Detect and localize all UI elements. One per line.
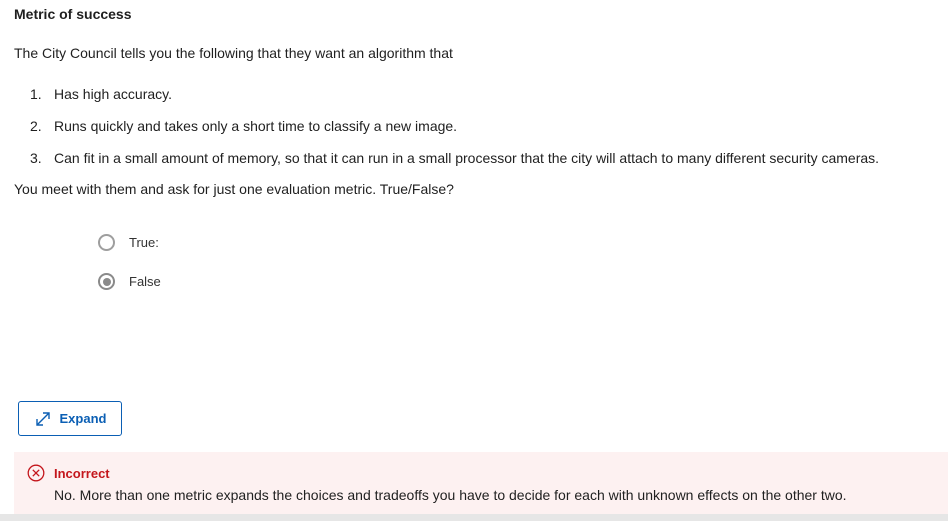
list-item: 3. Can fit in a small amount of memory, … xyxy=(30,148,879,180)
list-item-text: Can fit in a small amount of memory, so … xyxy=(54,150,880,166)
feedback-panel: Incorrect No. More than one metric expan… xyxy=(14,452,948,514)
list-item: 1. Has high accuracy. xyxy=(30,84,879,116)
option-true-label: True: xyxy=(129,235,159,250)
question-title: Metric of success xyxy=(14,6,132,22)
list-item-text: Has high accuracy. xyxy=(54,86,173,102)
feedback-status: Incorrect xyxy=(54,466,110,481)
radio-false[interactable] xyxy=(98,273,115,290)
requirements-list: 1. Has high accuracy. 2. Runs quickly an… xyxy=(30,84,879,180)
expand-arrows-icon xyxy=(34,410,52,428)
option-false-label: False xyxy=(129,274,161,289)
bottom-scroll-edge xyxy=(0,514,948,521)
feedback-message: No. More than one metric expands the cho… xyxy=(54,487,847,503)
option-false[interactable]: False xyxy=(98,273,161,290)
question-prompt: You meet with them and ask for just one … xyxy=(14,181,454,197)
list-item: 2. Runs quickly and takes only a short t… xyxy=(30,116,879,148)
question-intro: The City Council tells you the following… xyxy=(14,45,453,61)
radio-true[interactable] xyxy=(98,234,115,251)
option-true[interactable]: True: xyxy=(98,234,159,251)
x-circle-icon xyxy=(27,464,45,482)
list-item-number: 3. xyxy=(30,150,42,166)
list-item-text: Runs quickly and takes only a short time… xyxy=(54,118,458,134)
expand-button-label: Expand xyxy=(59,411,107,426)
expand-button[interactable]: Expand xyxy=(18,401,122,436)
list-item-number: 1. xyxy=(30,86,42,102)
list-item-number: 2. xyxy=(30,118,42,134)
